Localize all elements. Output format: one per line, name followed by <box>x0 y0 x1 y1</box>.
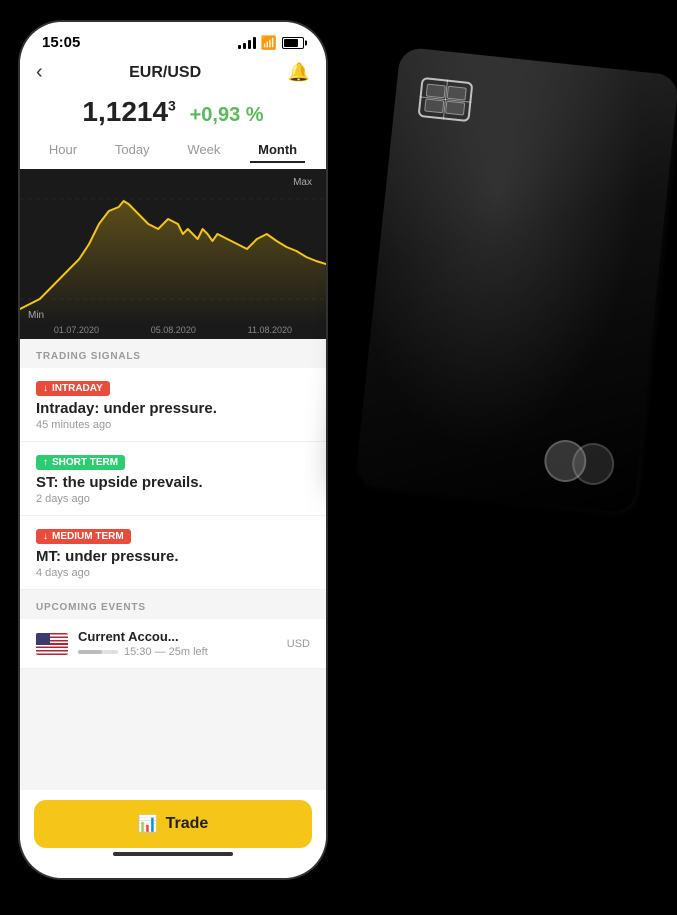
event-time: 15:30 — 25m left <box>124 646 208 658</box>
trade-button-container: 📊 Trade <box>20 790 326 878</box>
short-term-badge: ↑SHORT TERM <box>36 455 125 470</box>
back-button[interactable]: ‹ <box>36 61 43 84</box>
trading-signals-header: TRADING SIGNALS <box>20 339 326 368</box>
signal-medium-term: ↓MEDIUM TERM MT: under pressure. 4 days … <box>20 516 326 590</box>
wifi-icon: 📶 <box>261 35 277 51</box>
status-bar: 15:05 📶 <box>20 22 326 55</box>
tab-week[interactable]: Week <box>179 138 228 163</box>
intraday-badge: ↓INTRADAY <box>36 381 110 396</box>
medium-term-badge: ↓MEDIUM TERM <box>36 529 131 544</box>
time-tabs: Hour Today Week Month <box>20 138 326 169</box>
credit-card <box>355 47 677 514</box>
event-time-row: 15:30 — 25m left <box>78 646 277 658</box>
medium-term-badge-label: MEDIUM TERM <box>52 531 124 542</box>
chart-min-label: Min <box>28 310 44 321</box>
price-section: 1,12143 +0,93 % <box>20 92 326 138</box>
battery-icon <box>282 37 304 49</box>
event-info: Current Accou... 15:30 — 25m left <box>78 629 277 658</box>
short-term-badge-label: SHORT TERM <box>52 457 118 468</box>
signal-icon <box>238 37 256 49</box>
medium-term-time: 4 days ago <box>36 567 310 579</box>
price-change: +0,93 % <box>190 104 264 126</box>
tab-month[interactable]: Month <box>250 138 305 163</box>
intraday-badge-label: INTRADAY <box>52 383 103 394</box>
chart-max-label: Max <box>293 177 312 188</box>
chart-date-3: 11.08.2020 <box>248 325 292 335</box>
signal-short-term: ↑SHORT TERM ST: the upside prevails. 2 d… <box>20 442 326 516</box>
home-indicator <box>113 852 233 856</box>
card-shimmer <box>355 47 677 514</box>
tab-hour[interactable]: Hour <box>41 138 85 163</box>
medium-term-title: MT: under pressure. <box>36 548 310 565</box>
status-time: 15:05 <box>42 34 80 51</box>
app-header: ‹ EUR/USD 🔔 <box>20 55 326 92</box>
price-chart: Max Min 01.07.2020 05.08.2020 11.08.2020 <box>20 169 326 339</box>
notification-bell-icon[interactable]: 🔔 <box>288 62 310 83</box>
phone-mockup: 15:05 📶 ‹ EUR/USD 🔔 1,12143 +0,93 % <box>18 20 328 880</box>
event-progress-bar <box>78 650 118 654</box>
chart-date-1: 01.07.2020 <box>54 325 99 335</box>
event-bar-fill <box>78 650 102 654</box>
short-term-time: 2 days ago <box>36 493 310 505</box>
event-current-account: Current Accou... 15:30 — 25m left USD <box>20 619 326 669</box>
price-value: 1,12143 +0,93 % <box>82 96 263 127</box>
flag-icon-usd <box>36 633 68 655</box>
upcoming-events-header: UPCOMING EVENTS <box>20 590 326 619</box>
trade-icon: 📊 <box>138 814 158 834</box>
chip-icon <box>418 77 474 122</box>
header-title: EUR/USD <box>129 64 201 82</box>
main-content: TRADING SIGNALS ↓INTRADAY Intraday: unde… <box>20 339 326 790</box>
chart-date-2: 05.08.2020 <box>151 325 196 335</box>
intraday-title: Intraday: under pressure. <box>36 400 310 417</box>
intraday-time: 45 minutes ago <box>36 419 310 431</box>
event-name: Current Accou... <box>78 629 277 644</box>
status-icons: 📶 <box>238 35 304 51</box>
chart-dates: 01.07.2020 05.08.2020 11.08.2020 <box>20 325 326 335</box>
signal-intraday: ↓INTRADAY Intraday: under pressure. 45 m… <box>20 368 326 442</box>
event-currency: USD <box>287 638 310 650</box>
tab-today[interactable]: Today <box>107 138 158 163</box>
short-term-title: ST: the upside prevails. <box>36 474 310 491</box>
trade-button[interactable]: 📊 Trade <box>34 800 312 848</box>
trade-label: Trade <box>166 815 209 833</box>
